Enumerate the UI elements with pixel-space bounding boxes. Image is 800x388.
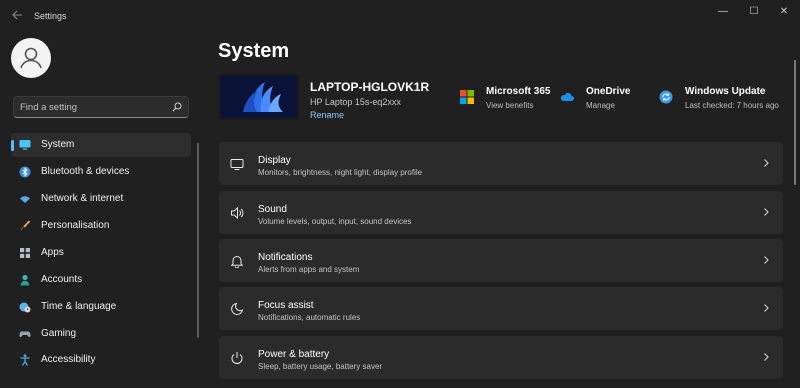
device-wallpaper-image (219, 74, 299, 120)
service-subtitle: Manage (586, 101, 615, 110)
card-subtitle: Notifications, automatic rules (258, 313, 361, 322)
card-power-battery[interactable]: Power & battery Sleep, battery usage, ba… (219, 336, 783, 379)
sidebar-item-network[interactable]: Network & internet (11, 187, 191, 211)
selection-indicator (11, 140, 14, 151)
title-bar: Settings — ☐ ✕ (0, 0, 800, 32)
card-subtitle: Volume levels, output, input, sound devi… (258, 217, 412, 226)
sidebar-item-label: Apps (41, 247, 64, 258)
sidebar-item-accessibility[interactable]: Accessibility (11, 348, 191, 372)
globe-clock-icon (19, 302, 31, 313)
service-title: Microsoft 365 (486, 86, 551, 97)
card-title: Notifications (258, 252, 313, 263)
card-subtitle: Alerts from apps and system (258, 265, 360, 274)
minimize-button[interactable]: — (710, 4, 736, 20)
microsoft-365-tile[interactable]: Microsoft 365 View benefits (460, 84, 555, 116)
sidebar-item-label: Gaming (41, 328, 77, 339)
sidebar-scrollbar[interactable] (197, 143, 199, 338)
window-title: Settings (34, 11, 67, 21)
microsoft-logo-icon (460, 90, 474, 104)
sidebar-item-bluetooth[interactable]: Bluetooth & devices (11, 160, 191, 184)
speaker-icon (231, 206, 244, 220)
chevron-right-icon (764, 256, 769, 264)
sidebar-item-label: Bluetooth & devices (41, 166, 130, 177)
service-subtitle: View benefits (486, 101, 534, 110)
onedrive-tile[interactable]: OneDrive Manage (560, 84, 635, 116)
card-notifications[interactable]: Notifications Alerts from apps and syste… (219, 239, 783, 282)
sidebar-item-label: Personalisation (41, 220, 110, 231)
service-subtitle: Last checked: 7 hours ago (685, 101, 779, 110)
search-box[interactable] (13, 96, 189, 118)
device-model: HP Laptop 15s-eq2xxx (310, 97, 401, 107)
apps-icon (20, 248, 30, 258)
bluetooth-icon (19, 166, 31, 178)
onedrive-cloud-icon (560, 93, 574, 101)
back-arrow-icon[interactable] (10, 9, 24, 23)
chevron-right-icon (764, 208, 769, 216)
sidebar-item-accounts[interactable]: Accounts (11, 268, 191, 292)
card-display[interactable]: Display Monitors, brightness, night ligh… (219, 142, 783, 185)
main-scrollbar[interactable] (794, 60, 796, 185)
card-title: Focus assist (258, 300, 314, 311)
moon-icon (231, 302, 244, 315)
card-title: Display (258, 155, 291, 166)
sidebar-item-time-language[interactable]: Time & language (11, 295, 191, 319)
bell-icon (230, 256, 244, 268)
card-title: Power & battery (258, 349, 330, 360)
sidebar-item-system[interactable]: System (11, 133, 191, 157)
service-title: OneDrive (586, 86, 631, 97)
card-subtitle: Sleep, battery usage, battery saver (258, 362, 383, 371)
card-focus-assist[interactable]: Focus assist Notifications, automatic ru… (219, 287, 783, 330)
search-input[interactable] (20, 100, 170, 114)
sidebar-item-gaming[interactable]: Gaming (11, 322, 191, 346)
sidebar-item-label: Time & language (41, 301, 117, 312)
rename-link[interactable]: Rename (310, 110, 344, 120)
device-name: LAPTOP-HGLOVK1R (310, 80, 430, 94)
sidebar-item-label: System (41, 139, 75, 150)
wifi-icon (20, 196, 30, 203)
sidebar-item-apps[interactable]: Apps (11, 241, 191, 265)
windows-update-tile[interactable]: Windows Update Last checked: 7 hours ago (659, 84, 784, 116)
person-icon (20, 47, 42, 69)
card-subtitle: Monitors, brightness, night light, displ… (258, 168, 423, 177)
sidebar-item-label: Accessibility (41, 354, 96, 365)
chevron-right-icon (764, 304, 769, 312)
sidebar-item-label: Network & internet (41, 193, 124, 204)
sidebar-item-label: Accounts (41, 274, 83, 285)
accessibility-icon (20, 354, 30, 366)
power-icon (231, 352, 243, 364)
display-icon (230, 159, 244, 170)
sidebar-item-personalisation[interactable]: Personalisation (11, 214, 191, 238)
close-button[interactable]: ✕ (771, 4, 797, 20)
monitor-icon (19, 140, 31, 150)
update-icon (659, 90, 673, 104)
brush-icon (21, 220, 31, 231)
page-title: System (218, 40, 290, 62)
gamepad-icon (19, 331, 31, 338)
card-title: Sound (258, 204, 287, 215)
card-sound[interactable]: Sound Volume levels, output, input, soun… (219, 191, 783, 234)
accounts-icon (20, 274, 30, 286)
maximize-button[interactable]: ☐ (741, 4, 767, 20)
chevron-right-icon (764, 353, 769, 361)
service-title: Windows Update (685, 86, 766, 97)
avatar[interactable] (11, 38, 51, 78)
chevron-right-icon (764, 159, 769, 167)
search-icon[interactable] (172, 102, 182, 112)
